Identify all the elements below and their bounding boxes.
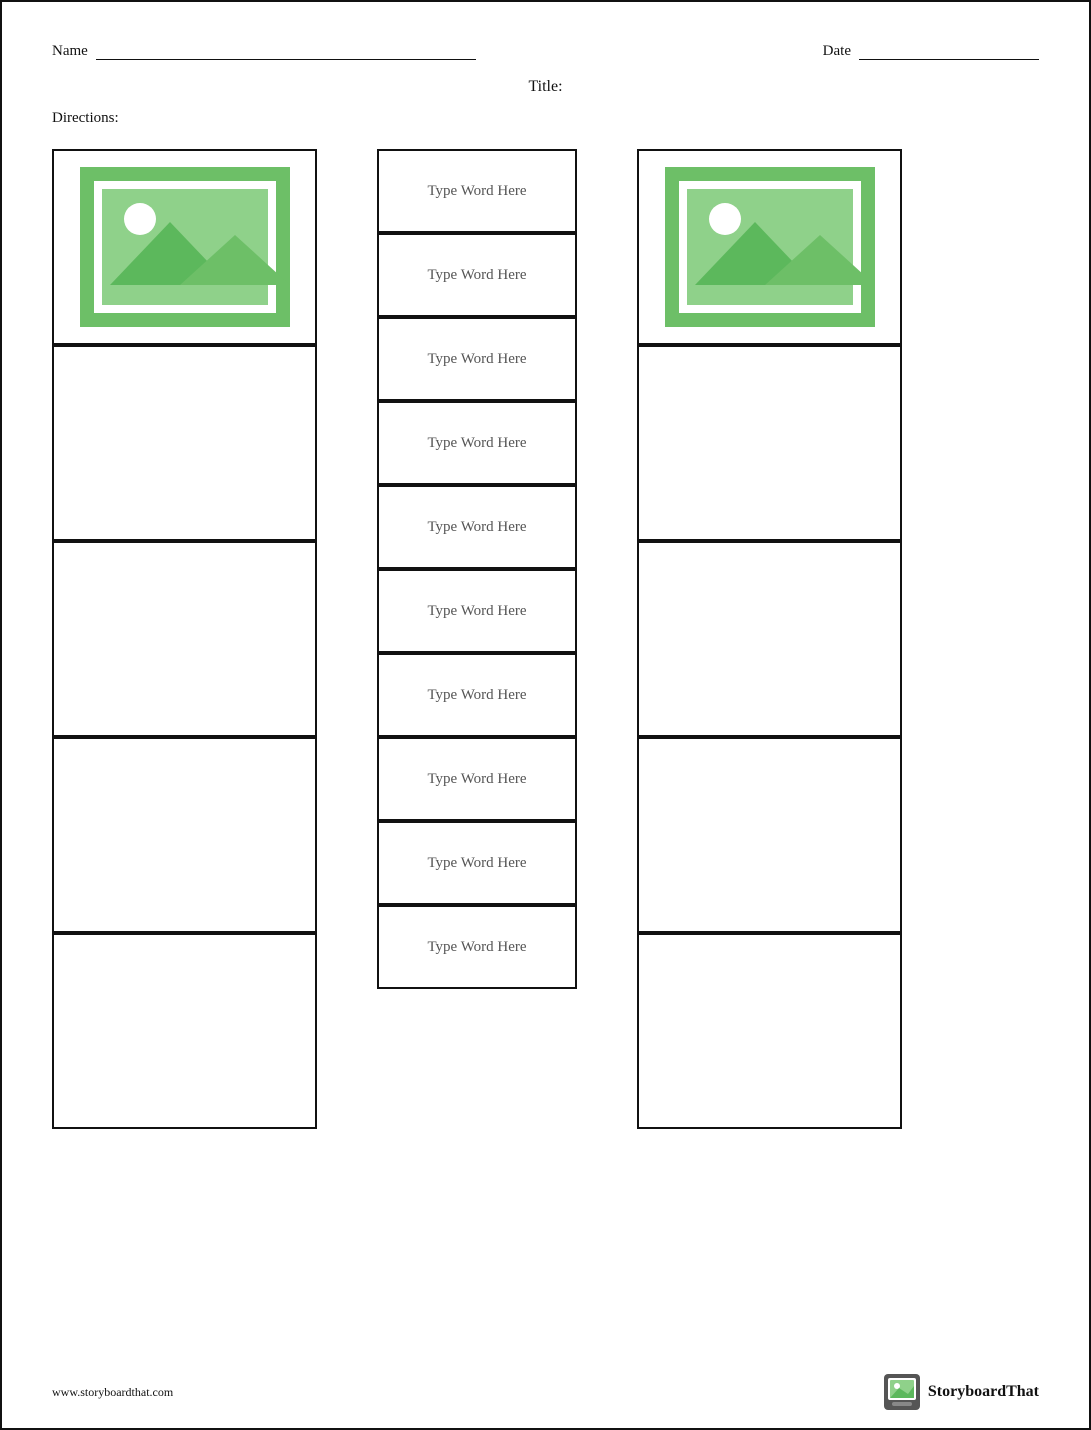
title-label: Title: — [528, 78, 562, 95]
brand-section: StoryboardThat — [884, 1374, 1039, 1410]
empty-box-right-4 — [637, 737, 902, 933]
page: Name Date Title: Directions: — [2, 2, 1089, 1189]
word-box-7[interactable]: Type Word Here — [377, 653, 577, 737]
title-row: Title: — [52, 78, 1039, 96]
main-grid: Type Word Here Type Word Here Type Word … — [52, 149, 1039, 1129]
word-box-8-text: Type Word Here — [427, 771, 526, 788]
right-column — [637, 149, 902, 1129]
word-box-5[interactable]: Type Word Here — [377, 485, 577, 569]
footer-url: www.storyboardthat.com — [52, 1385, 173, 1400]
brand-name: StoryboardThat — [928, 1383, 1039, 1401]
word-box-9-text: Type Word Here — [427, 855, 526, 872]
word-box-3-text: Type Word Here — [427, 351, 526, 368]
empty-box-left-5 — [52, 933, 317, 1129]
word-box-10-text: Type Word Here — [427, 939, 526, 956]
directions-label: Directions: — [52, 110, 119, 126]
word-box-3[interactable]: Type Word Here — [377, 317, 577, 401]
word-box-1-text: Type Word Here — [427, 183, 526, 200]
date-section: Date — [823, 42, 1039, 60]
word-box-1[interactable]: Type Word Here — [377, 149, 577, 233]
empty-box-right-3 — [637, 541, 902, 737]
name-section: Name — [52, 42, 476, 60]
empty-box-left-3 — [52, 541, 317, 737]
empty-box-left-2 — [52, 345, 317, 541]
empty-box-right-5 — [637, 933, 902, 1129]
word-box-2[interactable]: Type Word Here — [377, 233, 577, 317]
word-box-9[interactable]: Type Word Here — [377, 821, 577, 905]
image-box-right-1 — [637, 149, 902, 345]
word-box-6[interactable]: Type Word Here — [377, 569, 577, 653]
header-row: Name Date — [52, 42, 1039, 60]
empty-box-left-4 — [52, 737, 317, 933]
word-box-7-text: Type Word Here — [427, 687, 526, 704]
image-placeholder-left-1 — [80, 167, 290, 327]
word-box-4-text: Type Word Here — [427, 435, 526, 452]
word-box-5-text: Type Word Here — [427, 519, 526, 536]
middle-column: Type Word Here Type Word Here Type Word … — [377, 149, 577, 1129]
image-box-left-1 — [52, 149, 317, 345]
name-line — [96, 42, 476, 60]
date-line — [859, 42, 1039, 60]
empty-box-right-2 — [637, 345, 902, 541]
directions-row: Directions: — [52, 110, 1039, 127]
word-box-8[interactable]: Type Word Here — [377, 737, 577, 821]
word-box-6-text: Type Word Here — [427, 603, 526, 620]
left-column — [52, 149, 317, 1129]
word-box-4[interactable]: Type Word Here — [377, 401, 577, 485]
word-box-10[interactable]: Type Word Here — [377, 905, 577, 989]
name-label: Name — [52, 43, 88, 60]
date-label: Date — [823, 43, 851, 60]
footer: www.storyboardthat.com StoryboardThat — [2, 1374, 1089, 1410]
word-box-2-text: Type Word Here — [427, 267, 526, 284]
brand-icon — [884, 1374, 920, 1410]
image-placeholder-right-1 — [665, 167, 875, 327]
